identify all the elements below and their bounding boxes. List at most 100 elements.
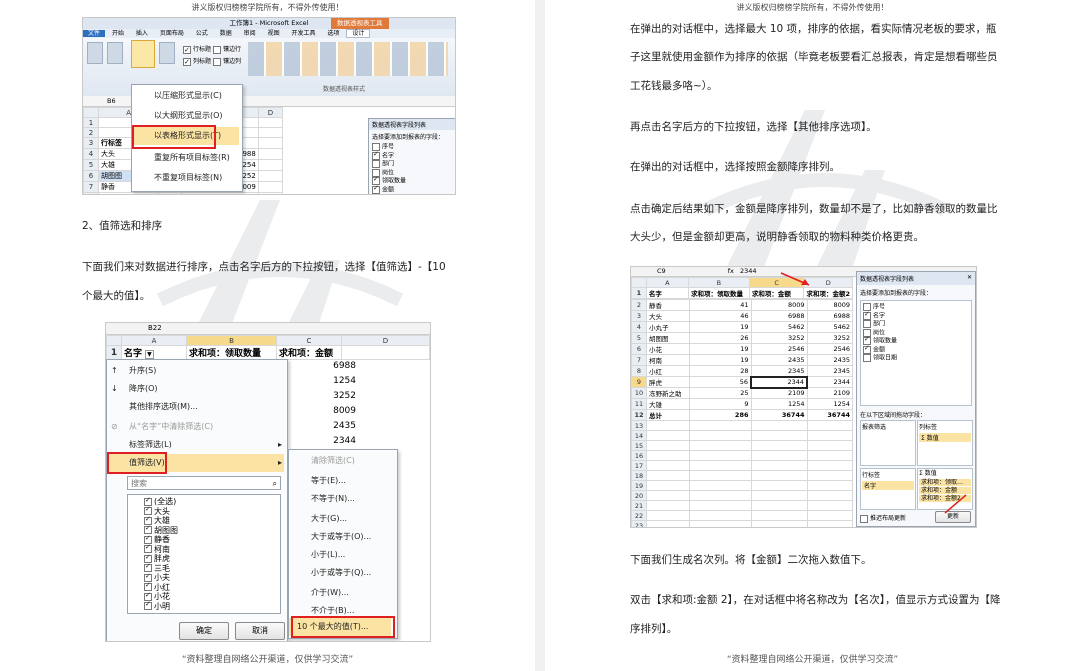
sort-asc-item[interactable]: ↑ 升序(S) <box>107 362 156 380</box>
value-checklist: (全选) 大头 大雄 胡图图 静香 柯南 胖虎 三毛 小夫 小红 小花 小明 <box>127 494 281 614</box>
list-item[interactable]: 小花 <box>144 591 280 602</box>
col-header-b[interactable]: B <box>186 335 277 346</box>
tab-formulas[interactable]: 公式 <box>191 30 213 37</box>
cell[interactable]: 6988 <box>286 359 356 374</box>
paragraph-line: 下面我们生成名次列。将【金额】二次拖入数值下。 <box>630 554 872 566</box>
search-icon: ⌕ <box>272 479 277 488</box>
left-page: 讲义版权归榜榜学院所有，不得外传使用！ 工作簿1 - Microsoft Exc… <box>0 0 535 671</box>
greater-than-item[interactable]: 大于(G)... <box>289 510 347 528</box>
banded-cols-checkbox[interactable] <box>212 57 221 66</box>
paragraph-line: 下面我们来对数据进行排序，点击名字后方的下拉按钮，选择【值筛选】-【10 <box>82 261 446 273</box>
search-input[interactable]: 搜索 ⌕ <box>127 476 281 490</box>
style-gallery[interactable] <box>248 42 448 76</box>
greater-equal-item[interactable]: 大于或等于(O)... <box>289 528 371 546</box>
menu-item-no-repeat-labels[interactable]: 不重复项目标签(N) <box>132 169 222 187</box>
banded-rows-checkbox[interactable] <box>212 45 221 54</box>
list-item[interactable]: 柯南 <box>144 543 280 555</box>
field-pane-title: 数据透视表字段列表 <box>369 119 455 130</box>
field-item[interactable]: 名字 <box>372 150 455 161</box>
col-header-a[interactable]: A <box>121 335 187 346</box>
equals-item[interactable]: 等于(E)... <box>289 472 346 490</box>
namebox[interactable]: B22 <box>106 323 430 335</box>
less-than-item[interactable]: 小于(L)... <box>289 546 345 564</box>
tab-home[interactable]: 开始 <box>107 30 129 37</box>
field-item[interactable]: 部门 <box>372 160 455 169</box>
tab-view[interactable]: 视图 <box>263 30 285 37</box>
cell[interactable]: 1254 <box>286 374 356 389</box>
tab-design[interactable]: 设计 <box>346 29 371 38</box>
excel-screenshot-result: C9 fx 2344 ABCD 1 名字 求和项：领取数量 求和项：金额 求和项：金额2… <box>630 266 977 528</box>
list-item[interactable]: 静香 <box>144 534 280 545</box>
chevron-right-icon: ▸ <box>277 440 282 449</box>
list-item[interactable]: 胖虎 <box>144 553 280 564</box>
banded-cols-label: 镶边列 <box>222 58 241 65</box>
col-header-c[interactable]: C <box>276 335 342 346</box>
cell[interactable]: 8009 <box>286 404 356 419</box>
cell[interactable]: 柯南 <box>97 192 160 194</box>
quantity-header[interactable]: 求和项：领取数量 <box>186 345 277 360</box>
section-title: 2、值筛选和排序 <box>82 220 163 232</box>
list-item[interactable]: 小夫 <box>144 572 280 583</box>
subtotal-icon[interactable] <box>87 42 103 64</box>
field-item[interactable]: 金额 <box>372 184 455 195</box>
page-footer: “资料整理自网络公开渠道，仅供学习交流” <box>726 655 899 665</box>
between-item[interactable]: 介于(W)... <box>289 584 349 602</box>
amount-header[interactable]: 求和项：金额 <box>276 345 342 360</box>
paragraph-line: 再点击名字后方的下拉按钮，选择【其他排序选项】。 <box>630 121 877 133</box>
cell[interactable]: 2435 <box>181 192 259 194</box>
paragraph-line: 工花钱最多咯~）。 <box>630 80 718 92</box>
less-equal-item[interactable]: 小于或等于(Q)... <box>289 564 371 582</box>
paragraph-line: 子这里就使用金额作为排序的依据（毕竟老板要看汇总报表，肯定是想看哪些员 <box>630 51 998 63</box>
row-headers-checkbox[interactable] <box>183 44 191 56</box>
field-item[interactable]: 岗位 <box>372 168 455 178</box>
field-item[interactable]: 领取数量 <box>372 175 455 186</box>
cell[interactable]: 2435 <box>286 419 356 434</box>
sort-desc-icon: ↓ <box>111 384 118 393</box>
clear-value-filter-item[interactable]: 清除筛选(C) <box>289 452 355 470</box>
sort-desc-item[interactable]: ↓ 降序(O) <box>107 380 158 398</box>
tab-page-layout[interactable]: 页面布局 <box>155 30 189 37</box>
excel-screenshot-value-filter: B22 ABCD 1 名字 ▼ 求和项：领取数量 求和项：金额 6988 1254 3… <box>105 322 431 642</box>
list-item[interactable]: (全选) <box>144 496 280 507</box>
page-footer: “资料整理自网络公开渠道，仅供学习交流” <box>181 655 354 665</box>
report-layout-icon[interactable] <box>131 40 155 68</box>
tab-developer[interactable]: 开发工具 <box>287 30 321 37</box>
style-options: 行标题 镶边行 列标题 镶边列 <box>183 44 241 68</box>
grand-total-icon[interactable] <box>107 42 123 64</box>
menu-item-repeat-labels[interactable]: 重复所有项目标签(R) <box>132 149 230 167</box>
context-tab-label: 数据透视表工具 <box>331 18 389 29</box>
list-item[interactable]: 大头 <box>144 505 280 517</box>
right-page: 讲义版权归榜榜学院所有，不得外传使用！ 在弹出的对话框中，选择最大 10 项，排… <box>545 0 1080 671</box>
more-sort-options-item[interactable]: 其他排序选项(M)... <box>107 398 198 416</box>
tab-review[interactable]: 审阅 <box>239 30 261 37</box>
tab-file[interactable]: 文件 <box>83 30 106 37</box>
highlight-box <box>132 125 216 149</box>
tab-insert[interactable]: 插入 <box>131 30 153 37</box>
cell[interactable]: 3252 <box>286 389 356 404</box>
col-headers-checkbox[interactable] <box>183 56 191 68</box>
name-header[interactable]: 名字 ▼ <box>121 345 187 360</box>
list-item[interactable]: 胡图图 <box>144 524 280 536</box>
list-item[interactable]: 小红 <box>144 581 280 593</box>
banded-rows-label: 镶边行 <box>222 46 241 53</box>
cell[interactable]: 2344 <box>286 434 356 449</box>
tab-data[interactable]: 数据 <box>215 30 237 37</box>
ok-button[interactable]: 确定 <box>179 622 229 640</box>
col-header-d[interactable]: D <box>341 335 430 346</box>
not-equals-item[interactable]: 不等于(N)... <box>289 490 355 508</box>
chevron-down-icon[interactable]: ▼ <box>145 350 154 359</box>
menu-item-compact[interactable]: 以压缩形式显示(C) <box>132 87 222 105</box>
menu-item-outline[interactable]: 以大纲形式显示(O) <box>132 107 223 125</box>
field-item[interactable]: 序号 <box>372 143 455 152</box>
tab-options[interactable]: 选项 <box>322 30 344 37</box>
cancel-button[interactable]: 取消 <box>235 622 285 640</box>
clear-filter-item[interactable]: ⊘ 从“名字”中清除筛选(C) <box>107 418 213 436</box>
list-item[interactable]: 小明 <box>144 600 280 612</box>
list-item[interactable]: 三毛 <box>144 562 280 574</box>
blank-rows-icon[interactable] <box>159 42 175 64</box>
clear-filter-icon: ⊘ <box>111 422 118 431</box>
col-header-d[interactable]: D <box>257 107 284 118</box>
page-header: 讲义版权归榜榜学院所有，不得外传使用！ <box>191 3 344 12</box>
list-item[interactable]: 大雄 <box>144 515 280 526</box>
field-pane-prompt: 选择要添加到报表的字段： <box>372 134 445 141</box>
